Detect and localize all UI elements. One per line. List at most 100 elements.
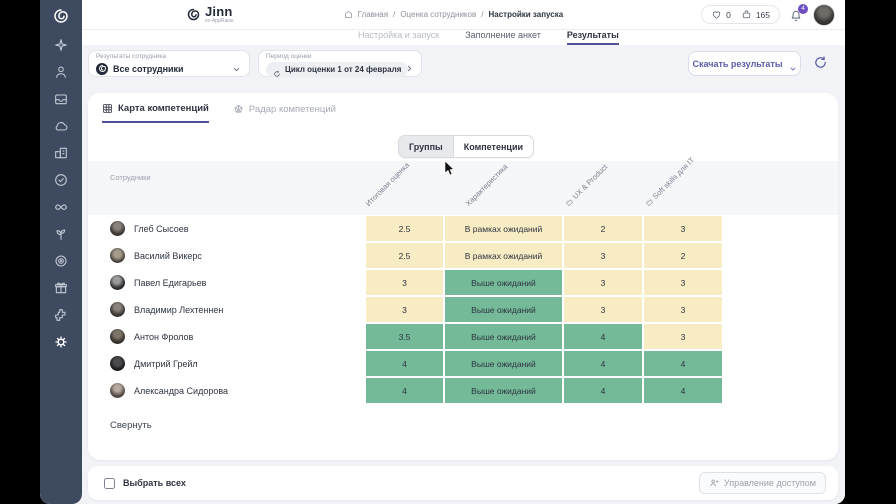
score-cell[interactable]: 2.5 xyxy=(366,243,443,268)
score-cell[interactable]: 3 xyxy=(564,243,642,268)
table-row[interactable]: Павел Едигарьев 3 Выше ожиданий 3 3 xyxy=(88,269,838,296)
select-all-checkbox[interactable] xyxy=(104,478,115,489)
jinn-logo-icon[interactable] xyxy=(52,7,70,25)
score-cell[interactable]: 3 xyxy=(644,216,722,241)
user-avatar[interactable] xyxy=(813,4,835,26)
tab-forms[interactable]: Заполнение анкет xyxy=(465,30,541,45)
score-cell[interactable]: 4 xyxy=(564,378,642,403)
claps-counter[interactable]: 0 xyxy=(711,9,731,20)
score-cell[interactable]: 4 xyxy=(366,351,443,376)
tab-competency-map-label: Карта компетенций xyxy=(118,103,209,114)
employee-name: Александра Сидорова xyxy=(134,386,228,396)
manage-access-button[interactable]: Управление доступом xyxy=(699,472,826,494)
user-icon[interactable] xyxy=(53,64,69,80)
results-card: Карта компетенций Радар компетенций Груп… xyxy=(88,93,838,460)
app-logo[interactable]: Jinn ex-AppRaise xyxy=(186,5,234,24)
breadcrumb: Главная / Оценка сотрудников / Настройки… xyxy=(344,10,564,19)
collapse-link[interactable]: Свернуть xyxy=(110,420,152,431)
employees-column-label: Сотрудники xyxy=(110,173,151,182)
column-header-label: UX & Product xyxy=(571,162,609,200)
period-filter[interactable]: Период оценки Цикл оценки 1 от 24 феврал… xyxy=(258,50,422,77)
employee-filter[interactable]: Результаты сотрудника Все сотрудники xyxy=(88,50,250,77)
verdict-cell[interactable]: Выше ожиданий xyxy=(445,297,562,322)
home-icon xyxy=(344,10,353,19)
coins-counter[interactable]: 165 xyxy=(741,9,770,20)
verdict-cell[interactable]: Выше ожиданий xyxy=(445,270,562,295)
verdict-cell[interactable]: Выше ожиданий xyxy=(445,324,562,349)
table-row[interactable]: Александра Сидорова 4 Выше ожиданий 4 4 xyxy=(88,377,838,404)
table-row[interactable]: Дмитрий Грейл 4 Выше ожиданий 4 4 xyxy=(88,350,838,377)
gear-icon[interactable] xyxy=(53,334,69,350)
score-cell[interactable]: 2.5 xyxy=(366,216,443,241)
avatar xyxy=(110,221,125,236)
column-header-characteristic[interactable]: Характеристика xyxy=(464,162,510,208)
verdict-cell[interactable]: Выше ожиданий xyxy=(445,378,562,403)
score-cell[interactable]: 2 xyxy=(644,243,722,268)
tab-competency-radar[interactable]: Радар компетенций xyxy=(233,103,336,123)
tab-competency-map[interactable]: Карта компетенций xyxy=(102,103,209,123)
table-row[interactable]: Глеб Сысоев 2.5 В рамках ожиданий 2 3 xyxy=(88,215,838,242)
radar-icon xyxy=(233,104,244,115)
period-chip[interactable]: Цикл оценки 1 от 24 февраля xyxy=(266,62,408,77)
score-cell[interactable]: 3.5 xyxy=(366,324,443,349)
breadcrumb-item[interactable]: Главная xyxy=(358,10,388,19)
topbar-right: 0 165 4 xyxy=(701,4,835,26)
verdict-cell[interactable]: В рамках ожиданий xyxy=(445,216,562,241)
screen: Jinn ex-AppRaise Главная / Оценка сотруд… xyxy=(0,0,896,504)
gauge-check-icon[interactable] xyxy=(53,172,69,188)
cloud-icon[interactable] xyxy=(53,118,69,134)
topbar: Jinn ex-AppRaise Главная / Оценка сотруд… xyxy=(82,0,845,30)
column-header-soft-skills[interactable]: Soft skills для IT xyxy=(644,155,697,208)
employee-name: Антон Фролов xyxy=(134,332,193,342)
score-cell[interactable]: 3 xyxy=(564,270,642,295)
company-icon[interactable] xyxy=(53,145,69,161)
puzzle-icon[interactable] xyxy=(53,307,69,323)
main-tabs: Настройка и запуск Заполнение анкет Резу… xyxy=(82,30,845,45)
toggle-competencies[interactable]: Компетенции xyxy=(453,136,533,157)
table-row[interactable]: Владимир Лехтеннен 3 Выше ожиданий 3 3 xyxy=(88,296,838,323)
tab-results[interactable]: Результаты xyxy=(567,30,619,45)
inbox-icon[interactable] xyxy=(53,91,69,107)
gift-icon[interactable] xyxy=(53,280,69,296)
avatar xyxy=(110,248,125,263)
score-cell[interactable]: 3 xyxy=(564,297,642,322)
column-header-label: Soft skills для IT xyxy=(651,155,696,200)
verdict-cell[interactable]: Выше ожиданий xyxy=(445,351,562,376)
plant-icon[interactable] xyxy=(53,226,69,242)
verdict-cell[interactable]: В рамках ожиданий xyxy=(445,243,562,268)
breadcrumb-item[interactable]: Оценка сотрудников xyxy=(400,10,476,19)
claps-count: 0 xyxy=(726,10,731,20)
column-header-ux-product[interactable]: UX & Product xyxy=(564,162,610,208)
counters-pill[interactable]: 0 165 xyxy=(701,5,780,24)
avatar xyxy=(110,275,125,290)
table-row[interactable]: Василий Викерс 2.5 В рамках ожиданий 3 2 xyxy=(88,242,838,269)
toggle-groups[interactable]: Группы xyxy=(399,136,453,157)
target-icon[interactable] xyxy=(53,253,69,269)
score-cell[interactable]: 3 xyxy=(644,270,722,295)
column-header-total[interactable]: Итоговая оценка xyxy=(364,160,412,208)
refresh-icon[interactable] xyxy=(813,55,828,70)
infinity-link-icon[interactable] xyxy=(53,199,69,215)
score-cell[interactable]: 3 xyxy=(366,270,443,295)
score-cell[interactable]: 2 xyxy=(564,216,642,241)
content-area: Результаты сотрудника Все сотрудники Пер… xyxy=(82,45,845,504)
score-cell[interactable]: 3 xyxy=(366,297,443,322)
coins-count: 165 xyxy=(756,10,770,20)
download-results-button[interactable]: Скачать результаты xyxy=(688,51,801,76)
notifications-button[interactable]: 4 xyxy=(789,7,804,23)
claps-icon xyxy=(711,9,722,20)
score-cell[interactable]: 4 xyxy=(644,351,722,376)
score-cell[interactable]: 4 xyxy=(644,378,722,403)
employee-name: Павел Едигарьев xyxy=(134,278,206,288)
sparkle-icon[interactable] xyxy=(53,37,69,53)
score-cell[interactable]: 3 xyxy=(644,297,722,322)
tab-competency-radar-label: Радар компетенций xyxy=(249,104,336,115)
score-cell[interactable]: 3 xyxy=(644,324,722,349)
avatar xyxy=(110,383,125,398)
score-cell[interactable]: 4 xyxy=(564,351,642,376)
score-cell[interactable]: 4 xyxy=(366,378,443,403)
employee-filter-label: Результаты сотрудника xyxy=(96,54,242,61)
score-cell[interactable]: 4 xyxy=(564,324,642,349)
table-row[interactable]: Антон Фролов 3.5 Выше ожиданий 4 3 xyxy=(88,323,838,350)
tab-setup[interactable]: Настройка и запуск xyxy=(358,30,439,45)
